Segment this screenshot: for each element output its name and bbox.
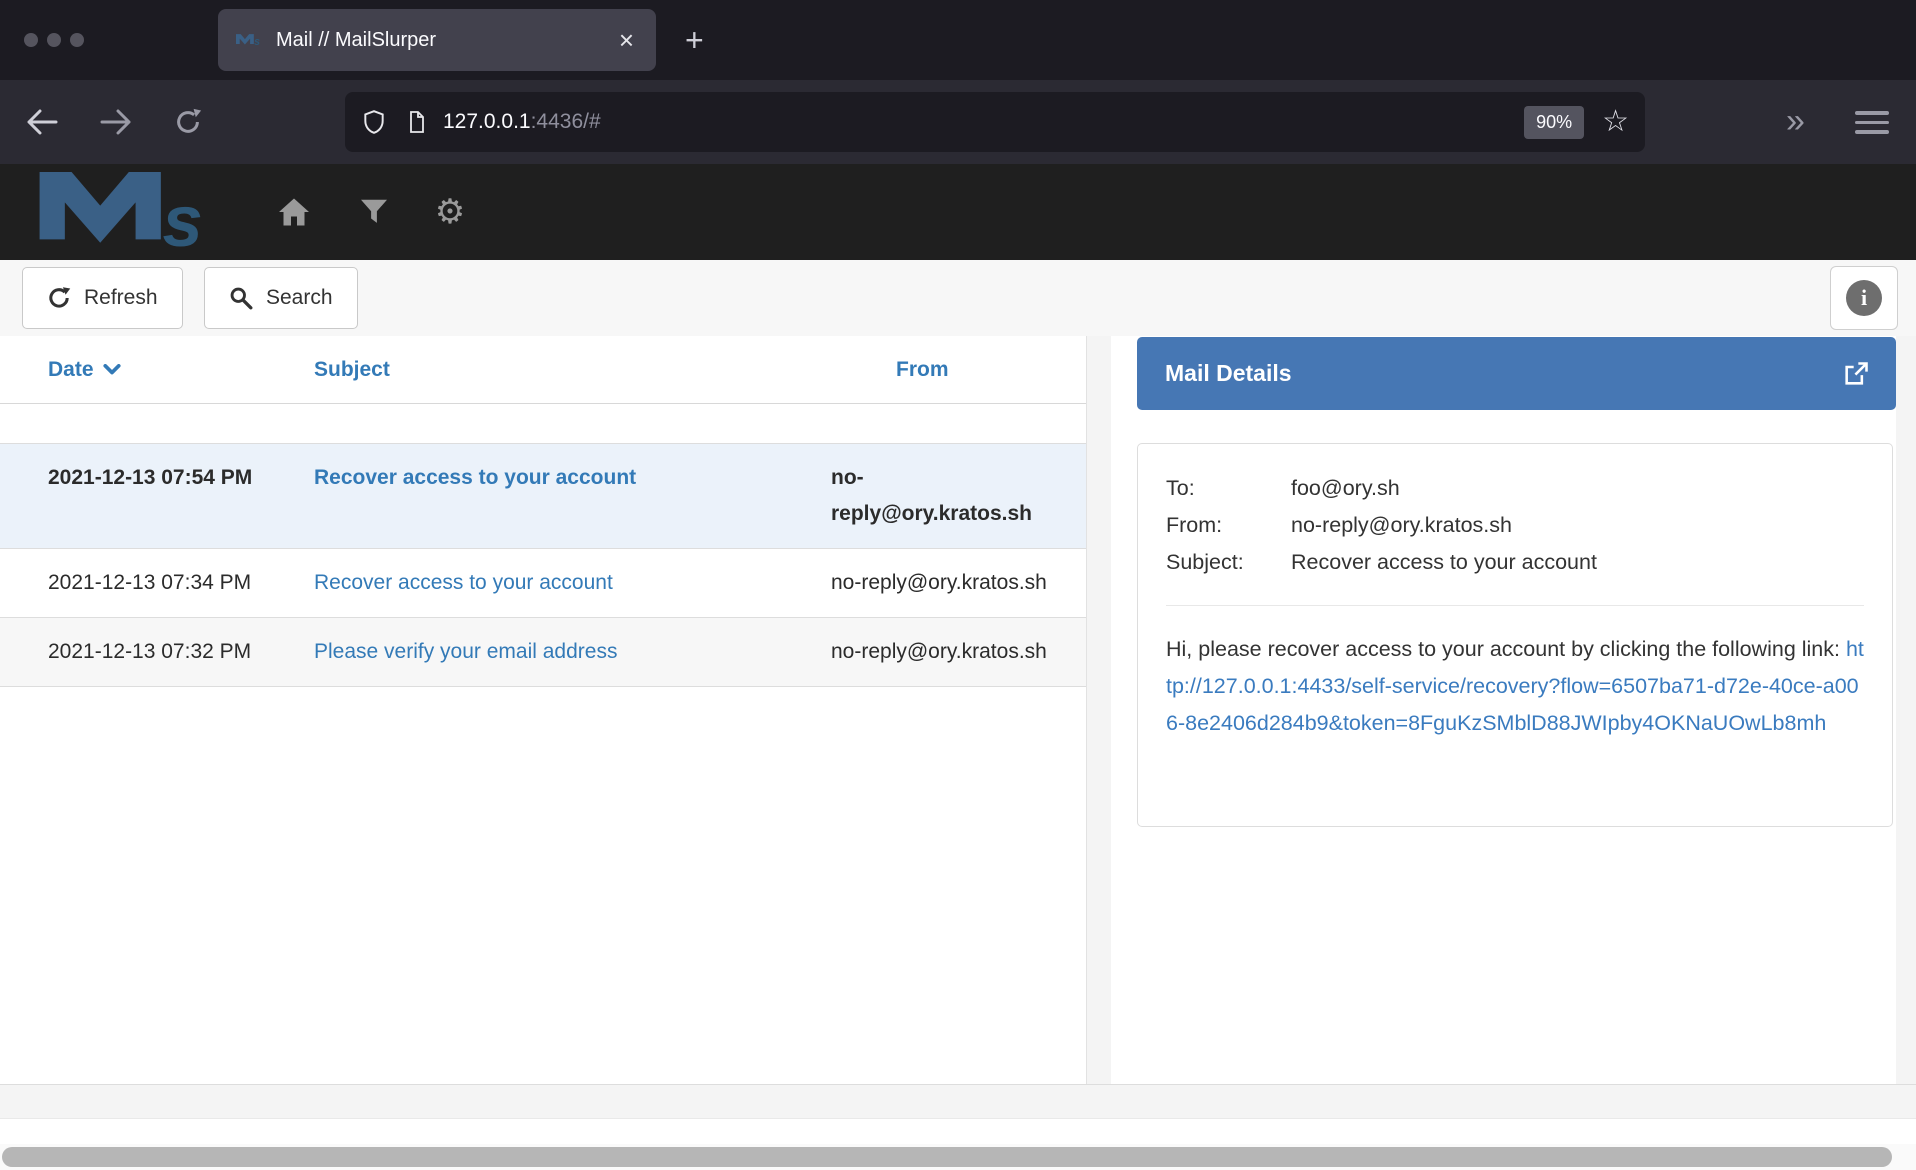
mail-body-text: Hi, please recover access to your accoun… (1166, 637, 1846, 661)
mailslurper-logo: s (28, 172, 228, 252)
refresh-button[interactable]: Refresh (22, 267, 183, 329)
refresh-icon (47, 286, 71, 310)
svg-text:s: s (163, 181, 203, 252)
toolbar-overflow-icon[interactable]: » (1786, 102, 1799, 141)
mail-row[interactable]: 2021-12-13 07:34 PM Recover access to yo… (0, 549, 1086, 618)
url-host: 127.0.0.1 (443, 110, 531, 133)
to-value: foo@ory.sh (1291, 470, 1400, 507)
back-icon[interactable] (22, 102, 62, 142)
app-header: s ⚙ (0, 164, 1916, 260)
open-external-icon[interactable] (1842, 360, 1870, 388)
mail-date: 2021-12-13 07:34 PM (48, 565, 263, 601)
column-header-date[interactable]: Date (48, 358, 314, 382)
mail-row[interactable]: 2021-12-13 07:32 PM Please verify your e… (0, 618, 1086, 687)
horizontal-scrollbar-thumb[interactable] (2, 1147, 1892, 1167)
right-gutter (1896, 336, 1916, 1084)
panel-divider (1086, 336, 1111, 1084)
mail-table-header: Date Subject From (0, 336, 1086, 404)
mail-details-card: To: foo@ory.sh From: no-reply@ory.kratos… (1137, 443, 1893, 827)
browser-nav-bar: 127.0.0.1:4436/# 90% ☆ » (0, 80, 1916, 164)
mail-details-title: Mail Details (1165, 360, 1842, 387)
page-info-icon[interactable] (405, 108, 429, 136)
mailslurper-favicon: s (236, 29, 262, 51)
field-subject: Subject: Recover access to your account (1166, 544, 1864, 581)
bottom-band (0, 1118, 1916, 1144)
mail-from: no-reply@ory.kratos.sh (831, 460, 1066, 532)
field-to: To: foo@ory.sh (1166, 470, 1864, 507)
from-value: no-reply@ory.kratos.sh (1291, 507, 1512, 544)
tab-close-icon[interactable]: × (615, 27, 638, 53)
shield-icon[interactable] (361, 108, 387, 136)
mail-details-header: Mail Details (1137, 337, 1896, 410)
mail-from: no-reply@ory.kratos.sh (831, 565, 1066, 601)
zoom-level-badge[interactable]: 90% (1524, 106, 1584, 139)
tab-title: Mail // MailSlurper (276, 29, 615, 52)
menu-icon[interactable] (1855, 111, 1889, 140)
browser-tab-bar: s Mail // MailSlurper × + (0, 0, 1916, 80)
bottom-strip (0, 1084, 1916, 1118)
to-label: To: (1166, 470, 1291, 507)
refresh-label: Refresh (84, 286, 158, 310)
url-path: :4436/# (531, 110, 601, 133)
horizontal-scrollbar[interactable] (0, 1144, 1916, 1170)
mail-date: 2021-12-13 07:32 PM (48, 634, 263, 670)
home-icon[interactable] (272, 164, 316, 260)
mail-subject-link[interactable]: Recover access to your account (314, 466, 636, 489)
window-dot[interactable] (70, 33, 84, 47)
window-dot[interactable] (24, 33, 38, 47)
subject-label: Subject: (1166, 544, 1291, 581)
window-controls[interactable] (24, 33, 84, 47)
browser-tab[interactable]: s Mail // MailSlurper × (218, 9, 656, 71)
details-divider (1166, 605, 1864, 606)
mail-list-panel: Date Subject From 2021-12-13 07:54 PM Re… (0, 336, 1086, 1084)
mail-body: Hi, please recover access to your accoun… (1166, 631, 1864, 742)
window-dot[interactable] (47, 33, 61, 47)
field-from: From: no-reply@ory.kratos.sh (1166, 507, 1864, 544)
filter-icon[interactable] (352, 164, 396, 260)
bookmark-star-icon[interactable]: ☆ (1602, 107, 1629, 137)
url-bar[interactable]: 127.0.0.1:4436/# 90% ☆ (345, 92, 1645, 152)
mail-subject: Recover access to your account (314, 460, 831, 532)
info-icon: i (1846, 280, 1882, 316)
action-toolbar: Refresh Search i (0, 260, 1916, 336)
main-content: Date Subject From 2021-12-13 07:54 PM Re… (0, 336, 1916, 1084)
mail-from: no-reply@ory.kratos.sh (831, 634, 1066, 670)
mail-date: 2021-12-13 07:54 PM (48, 460, 263, 532)
new-tab-button[interactable]: + (685, 24, 704, 56)
mail-subject-link[interactable]: Recover access to your account (314, 571, 613, 594)
search-label: Search (266, 286, 333, 310)
column-header-subject[interactable]: Subject (314, 358, 821, 382)
search-icon (229, 286, 253, 310)
from-label: From: (1166, 507, 1291, 544)
mail-subject-link[interactable]: Please verify your email address (314, 640, 617, 663)
gear-icon[interactable]: ⚙ (428, 164, 472, 260)
mail-row[interactable]: 2021-12-13 07:54 PM Recover access to yo… (0, 443, 1086, 549)
forward-icon[interactable] (96, 102, 136, 142)
column-header-from[interactable]: From (821, 358, 1066, 382)
mail-subject: Please verify your email address (314, 634, 831, 670)
svg-text:s: s (254, 36, 260, 48)
search-button[interactable]: Search (204, 267, 358, 329)
reload-icon[interactable] (168, 102, 208, 142)
mail-subject: Recover access to your account (314, 565, 831, 601)
info-button[interactable]: i (1830, 266, 1898, 330)
sort-chevron-down-icon (103, 364, 121, 375)
url-text[interactable]: 127.0.0.1:4436/# (443, 110, 1524, 134)
table-spacer (0, 404, 1086, 443)
subject-value: Recover access to your account (1291, 544, 1597, 581)
